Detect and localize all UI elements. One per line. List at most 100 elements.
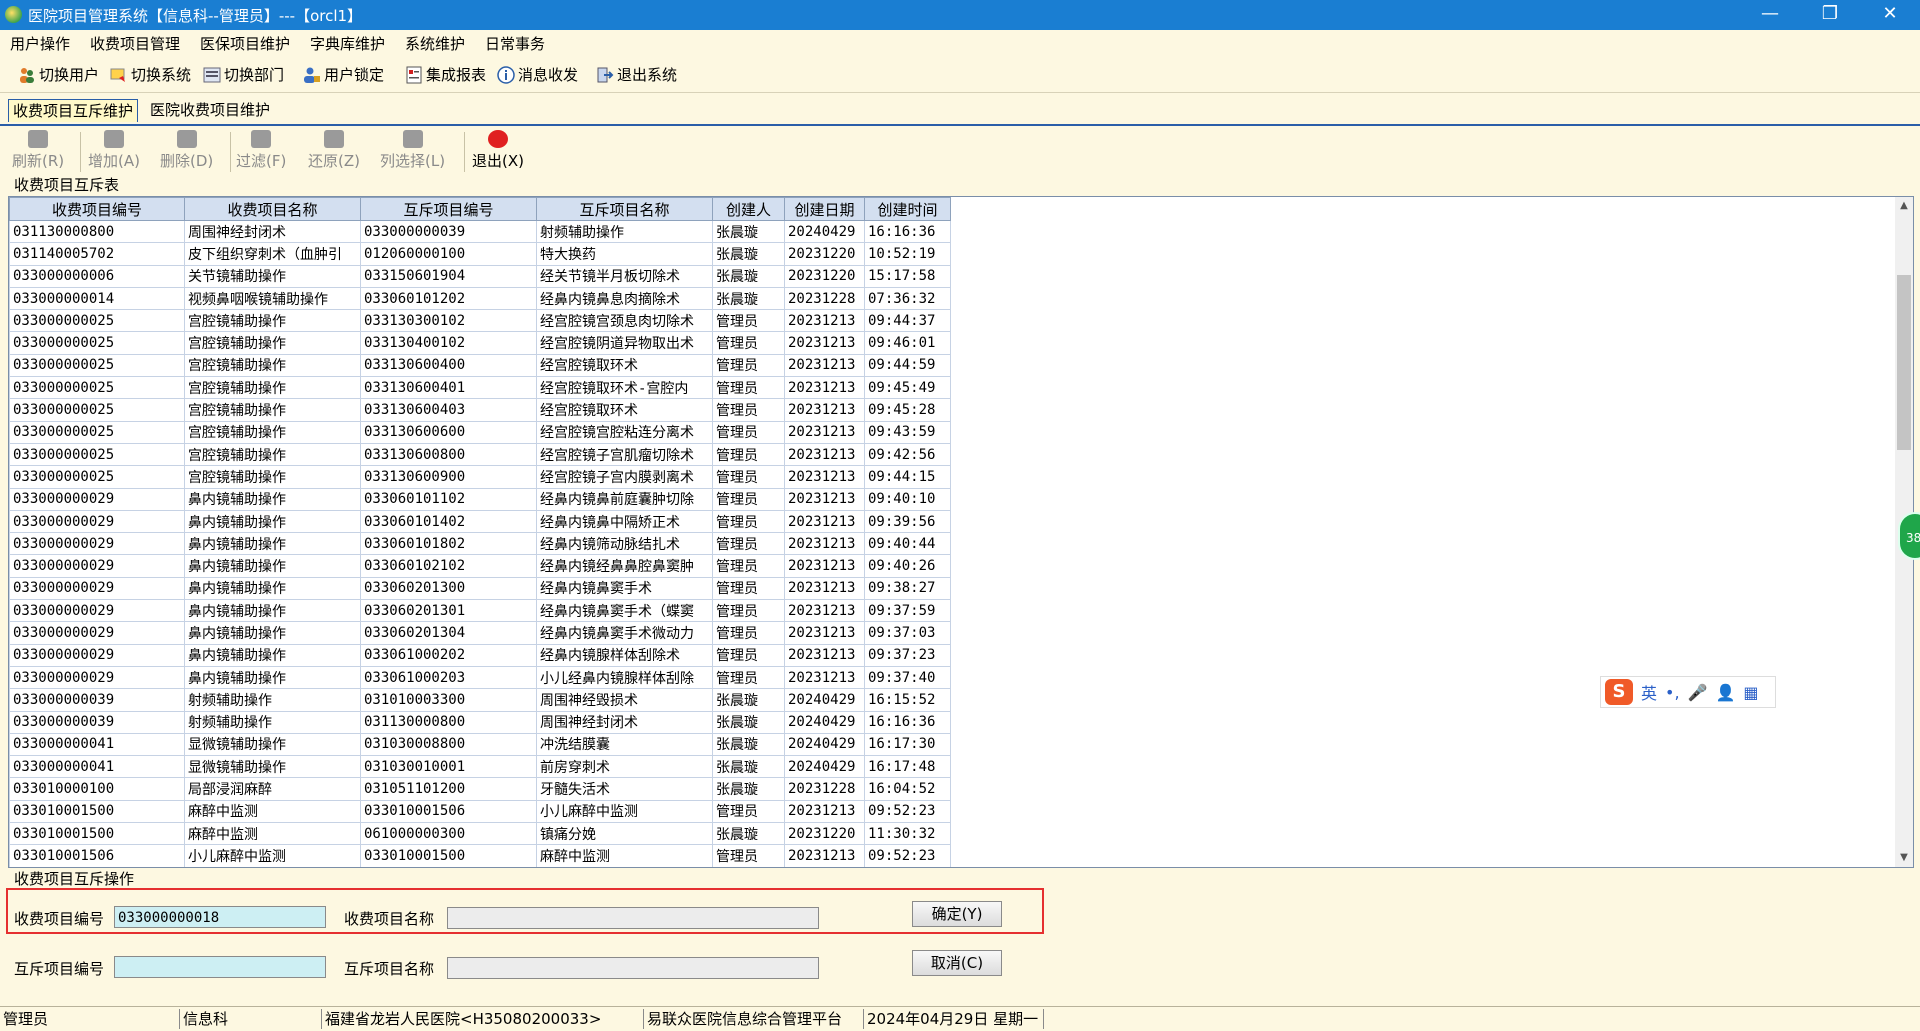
- switch-user-button[interactable]: 切换用户: [18, 64, 99, 85]
- table-row[interactable]: 033000000025 宫腔镜辅助操作 033130600400 经宫腔镜取环术 管理…: [9, 353, 951, 378]
- table-cell[interactable]: 09:46:01: [864, 331, 951, 355]
- table-cell[interactable]: 09:40:26: [864, 554, 951, 578]
- table-cell[interactable]: 鼻内镜辅助操作: [184, 487, 361, 511]
- exit-button[interactable]: 退出(X): [472, 130, 524, 171]
- ime-user-icon[interactable]: 👤: [1715, 683, 1735, 702]
- table-cell[interactable]: 033000000029: [9, 643, 185, 667]
- table-cell[interactable]: 061000000300: [360, 822, 537, 846]
- table-cell[interactable]: 09:38:27: [864, 576, 951, 601]
- table-cell[interactable]: 09:44:59: [864, 353, 951, 378]
- table-cell[interactable]: 09:40:44: [864, 532, 951, 556]
- ime-punctuation-icon[interactable]: •,: [1665, 683, 1680, 702]
- table-cell[interactable]: 033010001506: [9, 844, 185, 867]
- table-cell[interactable]: 20231228: [784, 286, 865, 311]
- table-cell[interactable]: 管理员: [712, 532, 785, 556]
- table-cell[interactable]: 031030010001: [360, 755, 537, 779]
- table-cell[interactable]: 管理员: [712, 442, 785, 467]
- table-cell[interactable]: 鼻内镜辅助操作: [184, 554, 361, 578]
- menu-insurance[interactable]: 医保项目维护: [200, 33, 290, 54]
- table-cell[interactable]: 033130600600: [360, 420, 537, 444]
- table-cell[interactable]: 鼻内镜辅助操作: [184, 643, 361, 667]
- table-row[interactable]: 033000000014 视频鼻咽喉镜辅助操作 033060101202 经鼻内镜鼻息…: [9, 286, 951, 311]
- column-header[interactable]: 收费项目编号: [9, 197, 185, 221]
- table-cell[interactable]: 033000000029: [9, 665, 185, 690]
- table-cell[interactable]: 16:16:36: [864, 710, 951, 734]
- table-cell[interactable]: 033000000006: [9, 264, 185, 288]
- filter-button[interactable]: 过滤(F): [236, 130, 286, 171]
- table-cell[interactable]: 宫腔镜辅助操作: [184, 331, 361, 355]
- confirm-button[interactable]: 确定(Y): [912, 901, 1002, 927]
- table-cell[interactable]: 033130600900: [360, 465, 537, 489]
- table-cell[interactable]: 033000000041: [9, 755, 185, 779]
- table-cell[interactable]: 管理员: [712, 621, 785, 645]
- table-cell[interactable]: 033000000025: [9, 420, 185, 444]
- table-cell[interactable]: 20231213: [784, 621, 865, 645]
- table-row[interactable]: 033000000025 宫腔镜辅助操作 033130600800 经宫腔镜子宫肌瘤切…: [9, 442, 951, 467]
- table-cell[interactable]: 管理员: [712, 487, 785, 511]
- switch-system-button[interactable]: 切换系统: [110, 64, 191, 85]
- table-cell[interactable]: 20231213: [784, 599, 865, 623]
- table-cell[interactable]: 09:37:59: [864, 599, 951, 623]
- table-cell[interactable]: 033000000039: [9, 710, 185, 734]
- table-cell[interactable]: 033130600800: [360, 442, 537, 467]
- table-cell[interactable]: 20231213: [784, 665, 865, 690]
- table-cell[interactable]: 20231213: [784, 398, 865, 422]
- table-row[interactable]: 033000000025 宫腔镜辅助操作 033130600403 经宫腔镜取环术 管理…: [9, 398, 951, 422]
- table-cell[interactable]: 20231213: [784, 353, 865, 378]
- table-cell[interactable]: 经鼻内镜鼻窦手术微动力: [536, 621, 713, 645]
- table-cell[interactable]: 20231220: [784, 264, 865, 288]
- table-cell[interactable]: 033061000203: [360, 665, 537, 690]
- messages-button[interactable]: 消息收发: [497, 64, 578, 85]
- ime-mode[interactable]: 英: [1641, 680, 1657, 704]
- table-cell[interactable]: 033000000025: [9, 442, 185, 467]
- menu-daily[interactable]: 日常事务: [485, 33, 545, 54]
- table-cell[interactable]: 20231213: [784, 844, 865, 867]
- table-cell[interactable]: 20231213: [784, 554, 865, 578]
- column-header[interactable]: 创建时间: [864, 197, 951, 221]
- table-cell[interactable]: 显微镜辅助操作: [184, 732, 361, 757]
- table-row[interactable]: 033000000029 鼻内镜辅助操作 033061000203 小儿经鼻内镜腺样体…: [9, 665, 951, 690]
- table-cell[interactable]: 管理员: [712, 353, 785, 378]
- table-cell[interactable]: 麻醉中监测: [536, 844, 713, 867]
- table-cell[interactable]: 特大换药: [536, 242, 713, 266]
- table-cell[interactable]: 033000000025: [9, 465, 185, 489]
- table-cell[interactable]: 管理员: [712, 509, 785, 534]
- table-cell[interactable]: 10:52:19: [864, 242, 951, 266]
- table-cell[interactable]: 033061000202: [360, 643, 537, 667]
- table-cell[interactable]: 20231213: [784, 309, 865, 333]
- scroll-down-icon[interactable]: ▼: [1895, 849, 1913, 867]
- table-cell[interactable]: 张晨璇: [712, 264, 785, 288]
- table-cell[interactable]: 16:15:52: [864, 688, 951, 712]
- table-row[interactable]: 033000000041 显微镜辅助操作 031030010001 前房穿刺术 张晨璇 2…: [9, 755, 951, 779]
- table-cell[interactable]: 20231220: [784, 822, 865, 846]
- table-cell[interactable]: 经宫腔镜宫颈息肉切除术: [536, 309, 713, 333]
- table-cell[interactable]: 宫腔镜辅助操作: [184, 353, 361, 378]
- table-row[interactable]: 033000000029 鼻内镜辅助操作 033060201304 经鼻内镜鼻窦手术微…: [9, 621, 951, 645]
- table-cell[interactable]: 033130600403: [360, 398, 537, 422]
- table-cell[interactable]: 张晨璇: [712, 822, 785, 846]
- table-cell[interactable]: 033000000029: [9, 576, 185, 601]
- table-cell[interactable]: 16:17:30: [864, 732, 951, 757]
- table-cell[interactable]: 033130600400: [360, 353, 537, 378]
- table-cell[interactable]: 033060102102: [360, 554, 537, 578]
- table-cell[interactable]: 07:36:32: [864, 286, 951, 311]
- table-cell[interactable]: 视频鼻咽喉镜辅助操作: [184, 286, 361, 311]
- table-cell[interactable]: 033000000025: [9, 398, 185, 422]
- table-cell[interactable]: 09:43:59: [864, 420, 951, 444]
- table-cell[interactable]: 管理员: [712, 576, 785, 601]
- table-row[interactable]: 033000000029 鼻内镜辅助操作 033060201301 经鼻内镜鼻窦手术（…: [9, 599, 951, 623]
- table-cell[interactable]: 09:52:23: [864, 844, 951, 867]
- table-row[interactable]: 033000000029 鼻内镜辅助操作 033060102102 经鼻内镜经鼻鼻腔鼻…: [9, 554, 951, 578]
- delete-button[interactable]: 删除(D): [160, 130, 213, 171]
- table-cell[interactable]: 冲洗结膜囊: [536, 732, 713, 757]
- table-cell[interactable]: 033010001500: [9, 799, 185, 824]
- table-row[interactable]: 033010001500 麻醉中监测 061000000300 镇痛分娩 张晨璇 2023…: [9, 822, 951, 846]
- table-cell[interactable]: 033000000014: [9, 286, 185, 311]
- table-cell[interactable]: 09:37:23: [864, 643, 951, 667]
- table-cell[interactable]: 20240429: [784, 732, 865, 757]
- table-cell[interactable]: 031030008800: [360, 732, 537, 757]
- item-name-input[interactable]: [447, 907, 819, 929]
- scroll-thumb[interactable]: [1897, 275, 1911, 450]
- table-cell[interactable]: 经关节镜半月板切除术: [536, 264, 713, 288]
- column-header[interactable]: 创建人: [712, 197, 785, 221]
